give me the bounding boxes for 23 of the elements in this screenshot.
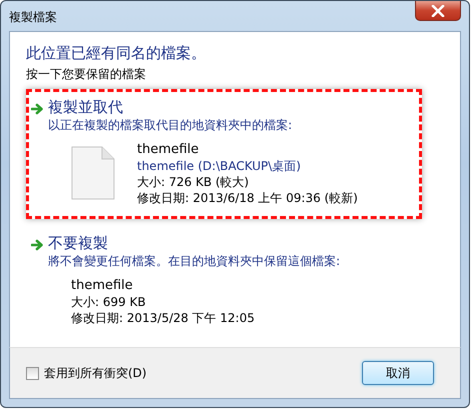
option-description: 以正在複製的檔案取代目的地資料夾中的檔案:	[48, 117, 292, 134]
choice-option[interactable]: 不要複製 將不會變更任何檔案。在目的地資料夾中保留這個檔案: themefile 大小: 699 KB 修改日期: 2013/5/28 下午 12:05	[26, 225, 422, 339]
option-title: 不要複製	[48, 234, 109, 253]
option-description: 將不會變更任何檔案。在目的地資料夾中保留這個檔案:	[48, 253, 340, 270]
close-icon	[431, 4, 445, 16]
close-button[interactable]	[415, 1, 461, 21]
file-size: 大小: 699 KB	[71, 294, 147, 310]
file-icon	[71, 146, 115, 200]
file-location: themefile (D:\BACKUP\桌面)	[137, 158, 302, 174]
choice-option[interactable]: 複製並取代 以正在複製的檔案取代目的地資料夾中的檔案: themefile themefile (D:\BACKUP\桌面) 大小: 726 KB (較大) 修改日期: 2013/6/18 上午 09:36 (較新)	[26, 89, 422, 219]
file-modified-date: 修改日期: 2013/6/18 上午 09:36 (較新)	[137, 190, 358, 206]
file-modified-date: 修改日期: 2013/5/28 下午 12:05	[71, 310, 255, 326]
dialog-heading: 此位置已經有同名的檔案。	[26, 44, 207, 63]
instruction-text: 按一下您要保留的檔案	[26, 66, 147, 83]
file-name: themefile	[137, 142, 200, 158]
cancel-button[interactable]: 取消	[362, 361, 434, 385]
arrow-icon	[31, 239, 44, 251]
file-name: themefile	[71, 278, 134, 294]
file-size: 大小: 726 KB (較大)	[137, 174, 250, 190]
arrow-icon	[31, 103, 44, 115]
window-title: 複製檔案	[9, 9, 57, 26]
option-title: 複製並取代	[48, 98, 124, 117]
checkbox[interactable]	[26, 366, 39, 380]
